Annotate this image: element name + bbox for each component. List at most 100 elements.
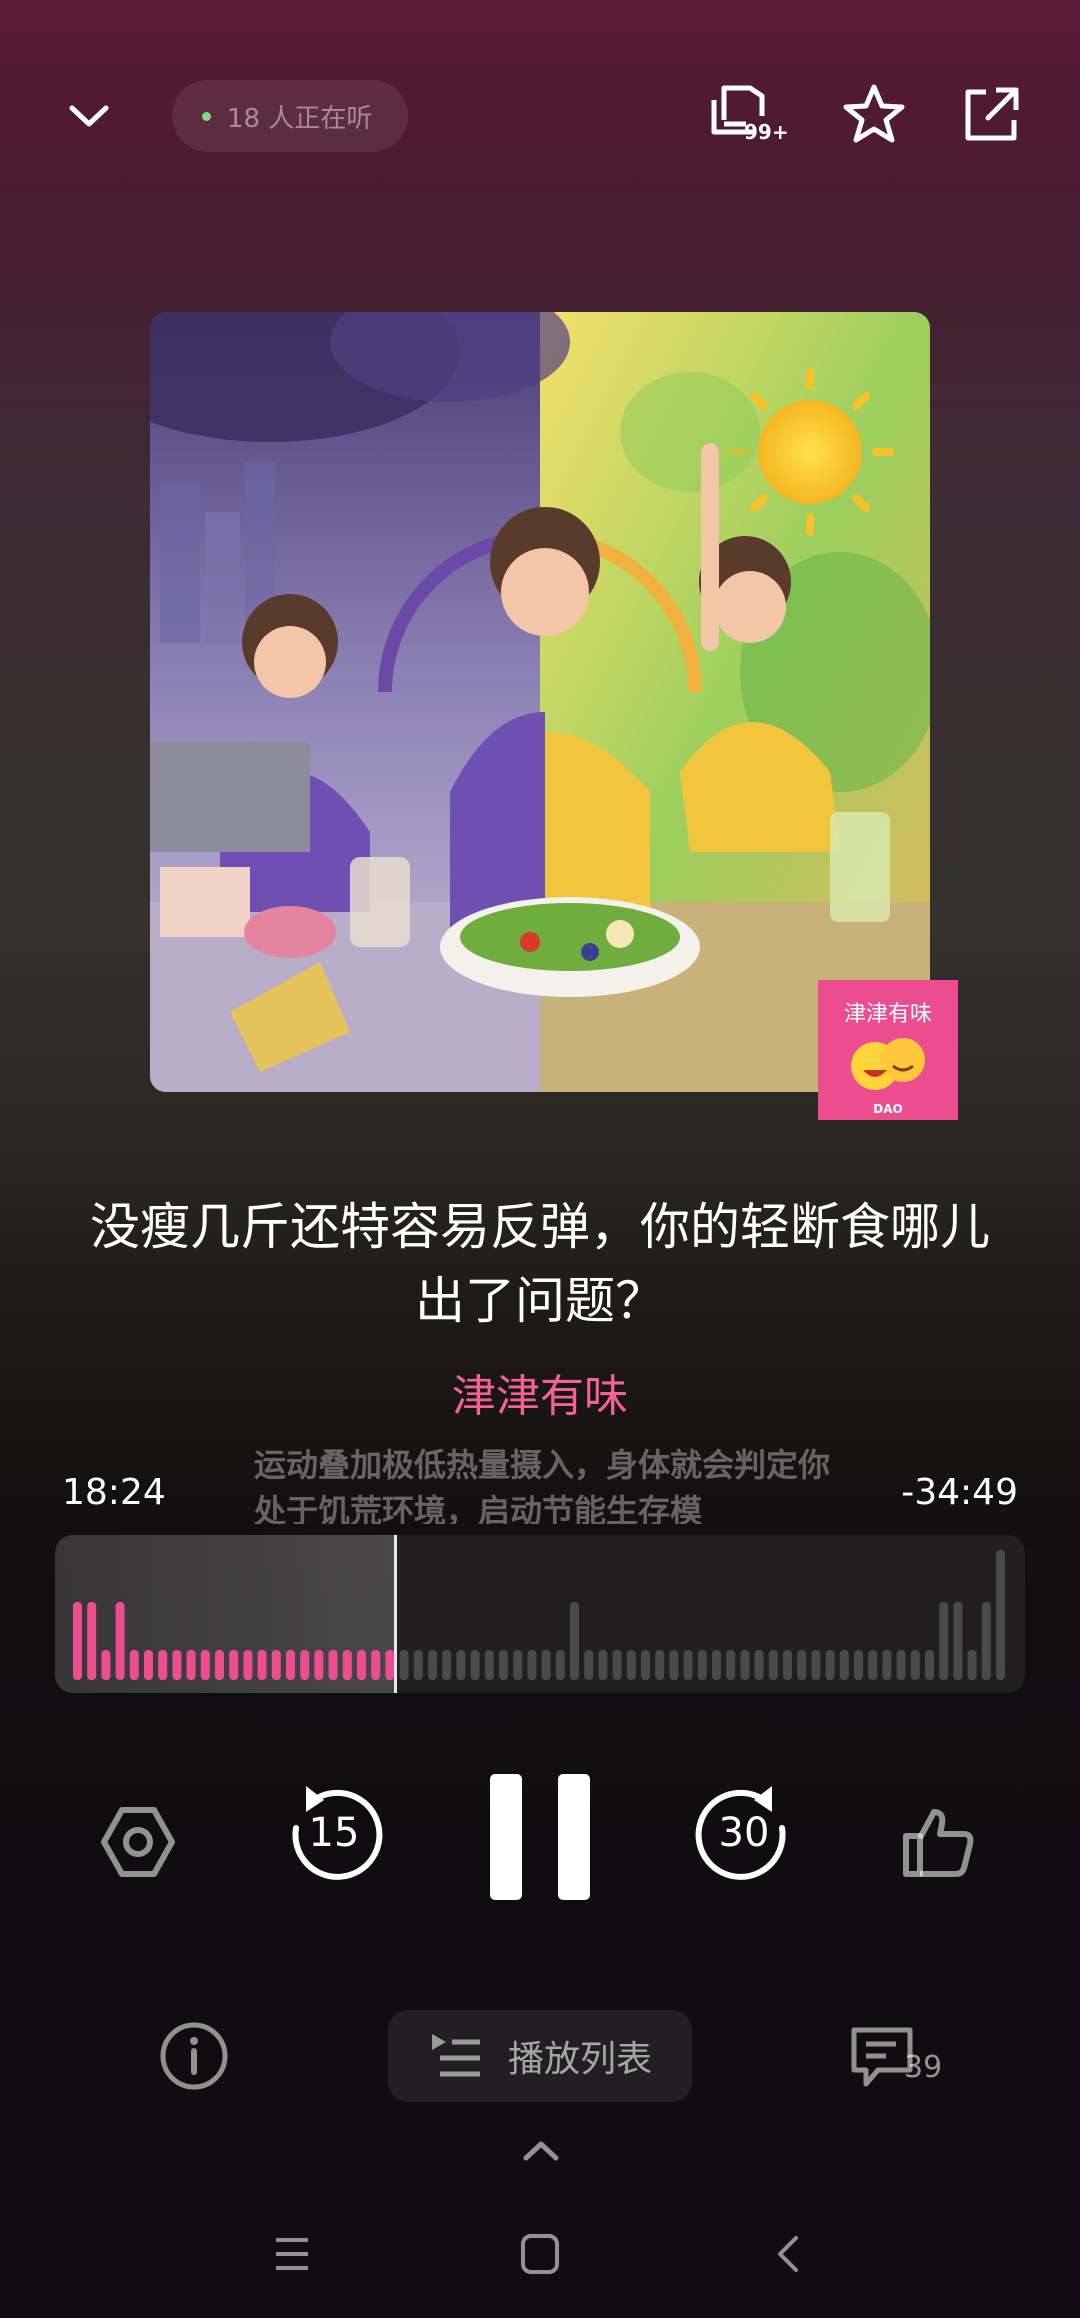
waveform-bar: [754, 1650, 764, 1680]
waveform-bar: [612, 1650, 622, 1680]
nav-back-icon[interactable]: [772, 2232, 802, 2276]
thumbs-up-icon[interactable]: [900, 1804, 976, 1880]
waveform-bar: [726, 1650, 736, 1680]
waveform-bar: [513, 1650, 523, 1680]
podcast-logo-brand: DAO: [873, 1102, 903, 1116]
waveform-scrubber[interactable]: [55, 1535, 1025, 1693]
playlist-button[interactable]: 播放列表: [388, 2010, 692, 2102]
comments-button[interactable]: 39: [848, 2024, 948, 2094]
waveform-bar: [87, 1602, 97, 1680]
waveform-bar: [839, 1650, 849, 1680]
transcript-line[interactable]: 运动叠加极低热量摄入，身体就会判定你处于饥荒环境，启动节能生存模: [254, 1442, 830, 1524]
waveform-bar: [314, 1650, 324, 1680]
waveform-bar: [499, 1650, 508, 1680]
waveform-bar: [229, 1650, 239, 1680]
waveform-bar: [669, 1650, 679, 1680]
playback-settings-icon[interactable]: [100, 1804, 176, 1880]
playhead[interactable]: [394, 1535, 397, 1693]
waveform-bar: [73, 1602, 82, 1680]
nav-recents-icon[interactable]: [272, 2234, 312, 2274]
episode-title: 没瘦几斤还特容易反弹，你的轻断食哪儿出了问题？: [90, 1198, 990, 1330]
listeners-count-text: 18 人正在听: [227, 103, 373, 134]
waveform-bar: [200, 1650, 210, 1680]
waveform-bar: [357, 1650, 366, 1680]
waveform-bar: [541, 1650, 551, 1680]
waveform-bar: [570, 1602, 579, 1680]
waveform-bar: [257, 1650, 267, 1680]
waveform-bar: [555, 1650, 565, 1680]
episode-cover-art: [150, 312, 930, 1092]
waveform-bar: [101, 1650, 111, 1680]
podcast-logo[interactable]: 津津有味 DAO: [818, 980, 958, 1120]
waveform-bar: [683, 1650, 693, 1680]
listeners-pill: 18 人正在听: [172, 80, 408, 152]
info-icon[interactable]: [158, 2020, 230, 2092]
waveform-bar: [641, 1650, 650, 1680]
playlist-label: 播放列表: [508, 2039, 653, 2080]
waveform-bar: [882, 1650, 892, 1680]
expand-chevron-up-icon[interactable]: [518, 2130, 564, 2170]
remaining-time: -34:49: [901, 1472, 1018, 1513]
nav-home-icon[interactable]: [520, 2232, 560, 2276]
waveform-bar: [527, 1650, 537, 1680]
pause-button[interactable]: [488, 1772, 592, 1902]
waveform-bar: [598, 1650, 608, 1680]
waveform-bar: [413, 1650, 423, 1680]
rewind-15-button[interactable]: 15: [284, 1782, 384, 1882]
waveform-bar: [967, 1650, 977, 1680]
waveform-bar: [399, 1650, 409, 1680]
waveform-bar: [328, 1650, 338, 1680]
playlist-icon: [432, 2034, 480, 2077]
waveform-bar: [825, 1650, 835, 1680]
waveform-bar: [981, 1602, 991, 1680]
waveform-bar: [470, 1650, 480, 1680]
waveform-bar: [939, 1602, 949, 1680]
waveform-bar: [697, 1650, 707, 1680]
waveform-bar: [783, 1650, 792, 1680]
waveform-bar: [215, 1650, 224, 1680]
share-icon[interactable]: [960, 84, 1022, 146]
comment-count: 39: [904, 2050, 943, 2085]
subscribe-badge: 99+: [744, 120, 789, 144]
waveform-bar: [442, 1650, 452, 1680]
forward-seconds-label: 30: [719, 1810, 770, 1856]
waveform-bar: [868, 1650, 878, 1680]
waveform-bar: [286, 1650, 295, 1680]
waveform-bar: [271, 1650, 281, 1680]
favorite-star-icon[interactable]: [842, 82, 906, 146]
waveform-bar: [811, 1650, 821, 1680]
waveform-bar: [243, 1650, 253, 1680]
waveform-bar: [854, 1650, 863, 1680]
waveform-bar: [712, 1650, 721, 1680]
waveform-bar: [896, 1650, 906, 1680]
waveform-bar: [910, 1650, 920, 1680]
waveform-bar: [456, 1650, 466, 1680]
waveform-bar: [342, 1650, 352, 1680]
rewind-seconds-label: 15: [309, 1810, 360, 1856]
waveform-bar: [186, 1650, 196, 1680]
podcast-logo-text: 津津有味: [843, 1002, 932, 1027]
podcast-author-link[interactable]: 津津有味: [0, 1360, 1080, 1424]
waveform-bar: [428, 1650, 437, 1680]
waveform-bars: [73, 1550, 1005, 1680]
waveform-bar: [626, 1650, 636, 1680]
subscribe-button[interactable]: 99+: [706, 80, 796, 150]
waveform-bar: [584, 1650, 594, 1680]
live-dot-icon: [202, 111, 211, 121]
waveform-bar: [996, 1550, 1005, 1680]
waveform-bar: [115, 1602, 125, 1680]
collapse-chevron-down-icon[interactable]: [62, 90, 116, 144]
elapsed-time: 18:24: [62, 1472, 166, 1513]
forward-30-button[interactable]: 30: [694, 1782, 794, 1882]
waveform-bar: [158, 1650, 168, 1680]
waveform-bar: [655, 1650, 665, 1680]
waveform-bar: [740, 1650, 750, 1680]
waveform-bar: [768, 1650, 778, 1680]
waveform-bar: [953, 1602, 963, 1680]
waveform-bar: [172, 1650, 182, 1680]
waveform-bar: [300, 1650, 310, 1680]
waveform-bar: [484, 1650, 494, 1680]
waveform-bar: [371, 1650, 381, 1680]
waveform-bar: [925, 1650, 934, 1680]
waveform-bar: [797, 1650, 807, 1680]
